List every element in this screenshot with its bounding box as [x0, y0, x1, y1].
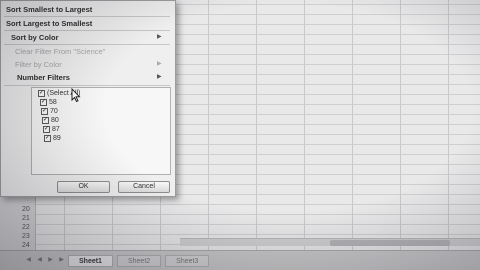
submenu-arrow-icon: ▶ [157, 61, 162, 67]
checkbox-checked-icon[interactable]: ✓ [42, 117, 49, 124]
filter-value-item[interactable]: ✓ 87 [43, 125, 60, 134]
sheet-tab-bar: ◀ ◀ ▶ ▶ Sheet1 Sheet2 Sheet3 [0, 250, 480, 270]
submenu-arrow-icon: ▶ [157, 74, 162, 80]
checkbox-checked-icon[interactable]: ✓ [43, 126, 50, 133]
number-filters-item[interactable]: Number Filters [17, 72, 70, 83]
scrollbar-thumb[interactable] [330, 240, 450, 246]
checkbox-checked-icon[interactable]: ✓ [41, 108, 48, 115]
checkbox-checked-icon[interactable]: ✓ [40, 99, 47, 106]
checkbox-checked-icon[interactable]: ✓ [38, 90, 45, 97]
tab-sheet2[interactable]: Sheet2 [116, 254, 162, 267]
filter-value-item[interactable]: ✓ 80 [42, 116, 59, 125]
menu-separator [4, 16, 170, 17]
mouse-pointer-icon [71, 88, 81, 102]
ok-button[interactable]: OK [57, 181, 110, 193]
menu-separator [4, 44, 170, 45]
sort-ascending-item[interactable]: Sort Smallest to Largest [6, 4, 92, 15]
submenu-arrow-icon: ▶ [157, 34, 162, 40]
prev-sheet-icon[interactable]: ◀ [35, 256, 44, 265]
menu-separator [4, 85, 170, 86]
filter-value-label: 87 [52, 126, 60, 133]
tab-sheet3[interactable]: Sheet3 [165, 254, 210, 267]
tab-sheet1[interactable]: Sheet1 [68, 254, 113, 267]
filter-value-item[interactable]: ✓ 70 [41, 107, 58, 116]
clear-filter-item: Clear Filter From "Science" [15, 47, 106, 56]
next-sheet-icon[interactable]: ▶ [46, 256, 55, 265]
filter-value-label: 80 [51, 117, 59, 124]
filter-value-item[interactable]: ✓ 89 [44, 134, 61, 143]
filter-value-label: 58 [49, 99, 57, 106]
filter-value-item[interactable]: ✓ 58 [40, 98, 57, 107]
autofilter-dropdown: Sort Smallest to Largest Sort Largest to… [0, 0, 176, 197]
filter-value-label: 70 [50, 108, 58, 115]
sort-by-color-item[interactable]: Sort by Color [11, 32, 59, 43]
sort-descending-item[interactable]: Sort Largest to Smallest [6, 18, 92, 29]
cancel-button[interactable]: Cancel [118, 181, 170, 193]
filter-value-label: 89 [53, 135, 61, 142]
first-sheet-icon[interactable]: ◀ [24, 256, 33, 265]
filter-values-list[interactable]: ✓ (Select All) ✓ 58 ✓ 70 ✓ 80 ✓ 87 ✓ 89 [31, 87, 171, 175]
last-sheet-icon[interactable]: ▶ [57, 256, 66, 265]
checkbox-checked-icon[interactable]: ✓ [44, 135, 51, 142]
horizontal-scrollbar[interactable] [180, 238, 480, 246]
menu-separator [4, 30, 170, 31]
filter-by-color-item: Filter by Color [15, 60, 62, 69]
